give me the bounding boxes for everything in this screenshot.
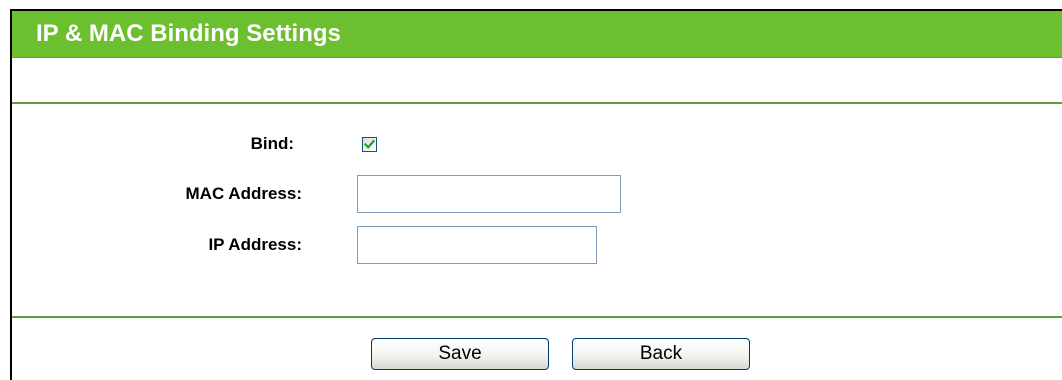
mac-address-input[interactable] — [357, 175, 621, 213]
divider-top — [12, 102, 1062, 104]
ip-address-label: IP Address: — [208, 235, 302, 254]
bind-label: Bind: — [250, 134, 294, 153]
frame-left-border — [10, 9, 12, 380]
ip-address-input[interactable] — [357, 226, 597, 264]
back-button[interactable]: Back — [572, 338, 750, 370]
divider-bottom — [12, 316, 1062, 318]
title-bar: IP & MAC Binding Settings — [12, 11, 1062, 58]
page-title: IP & MAC Binding Settings — [36, 20, 341, 47]
binding-settings-page: IP & MAC Binding Settings Bind: MAC Addr… — [0, 0, 1062, 380]
checkmark-icon — [364, 139, 375, 149]
mac-address-label: MAC Address: — [185, 184, 303, 203]
bind-checkbox[interactable] — [362, 137, 377, 152]
save-button[interactable]: Save — [371, 338, 549, 370]
